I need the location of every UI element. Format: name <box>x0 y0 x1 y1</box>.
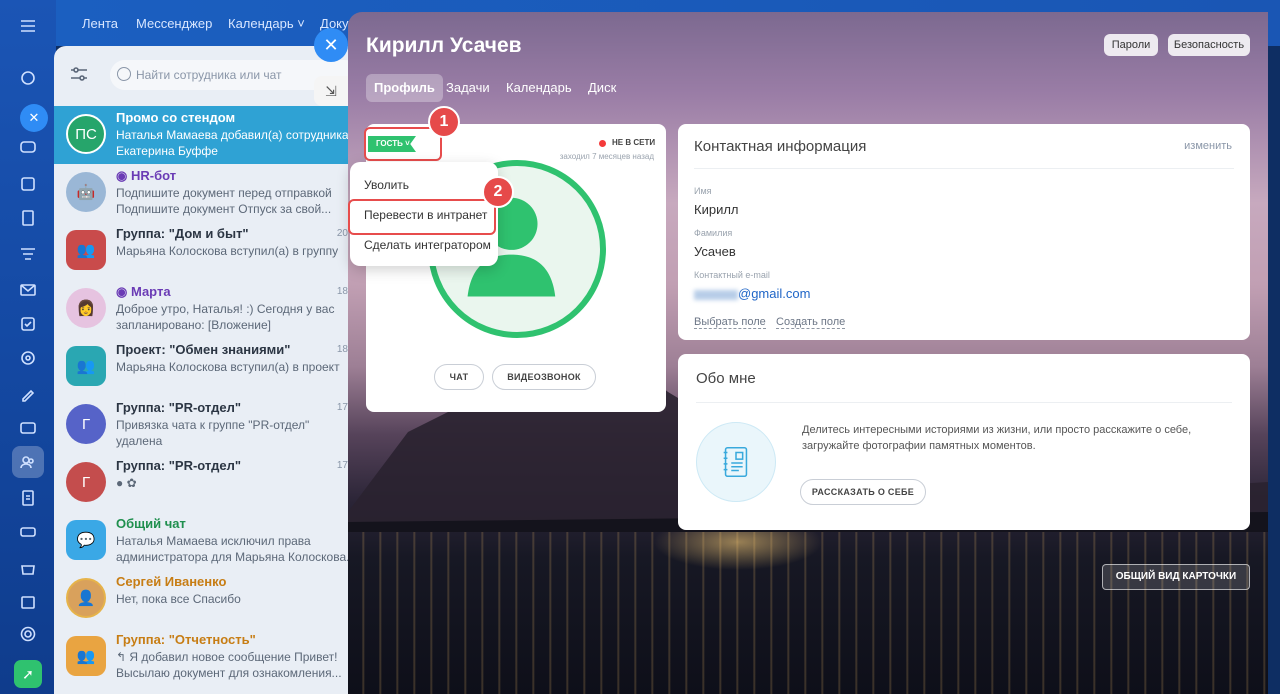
tasks-icon[interactable] <box>16 312 40 336</box>
tell-about-button[interactable]: РАССКАЗАТЬ О СЕБЕ <box>800 479 926 505</box>
highlight-intranet <box>348 199 496 235</box>
chat-list-panel: Найти сотрудника или чат ПС Промо со сте… <box>54 46 350 694</box>
employees-icon[interactable] <box>12 446 44 478</box>
avatar: ПС <box>66 114 106 154</box>
feed-icon[interactable] <box>16 66 40 90</box>
status-text: НЕ В СЕТИ <box>612 138 656 147</box>
menu-item-fire[interactable]: Уволить <box>364 178 409 192</box>
chat-row[interactable]: 👥 Группа: "Отчетность" ↰ Я добавил новое… <box>54 628 350 686</box>
email-label: Контактный e-mail <box>694 270 770 280</box>
page-title: Кирилл Усачев <box>366 34 522 57</box>
bot-avatar: 🤖 <box>66 172 106 212</box>
group-avatar: 👥 <box>66 230 106 270</box>
chat-row[interactable]: 🤖 ◉ HR-бот Подпишите документ перед отпр… <box>54 164 350 222</box>
chat-row[interactable]: 👩 ◉ Марта Доброе утро, Наталья! :) Сегод… <box>54 280 350 338</box>
edit-link[interactable]: изменить <box>1184 140 1232 152</box>
last-seen: заходил 7 месяцев назад <box>559 152 654 161</box>
chat-row[interactable]: 👤 Сергей Иваненко Нет, пока все Спасибо <box>54 570 350 628</box>
tab-profile[interactable]: Профиль <box>366 74 443 102</box>
chat-row[interactable]: 👥 Группа: "Дом и быт" Марьяна Колоскова … <box>54 222 350 280</box>
email-value[interactable]: @gmail.com <box>694 286 810 301</box>
menu-icon[interactable] <box>16 14 40 38</box>
project-avatar: 👥 <box>66 346 106 386</box>
calendar-icon[interactable] <box>16 172 40 196</box>
chat-row[interactable]: 👥 Проект: "Обмен знаниями" Марьяна Колос… <box>54 338 350 396</box>
schedule-icon[interactable] <box>16 590 40 614</box>
blurred-email <box>694 289 738 300</box>
mail-icon[interactable] <box>16 278 40 302</box>
divider <box>694 168 1234 169</box>
docs-icon[interactable] <box>16 206 40 230</box>
filter-icon[interactable] <box>16 242 40 266</box>
payments-icon[interactable] <box>16 520 40 544</box>
passwords-button[interactable]: Пароли <box>1104 34 1158 56</box>
divider <box>696 402 1232 403</box>
contact-heading: Контактная информация <box>694 138 867 155</box>
about-card: Обо мне Делитесь интересными историями и… <box>678 354 1250 530</box>
avatar: 👩 <box>66 288 106 328</box>
surname-value: Усачев <box>694 244 736 259</box>
nav-calendar[interactable]: Календарь ˅ <box>228 16 305 31</box>
offline-dot <box>599 140 606 147</box>
card-icon[interactable] <box>16 416 40 440</box>
tab-calendar[interactable]: Календарь <box>498 74 580 102</box>
close-messenger-icon[interactable]: ✕ <box>20 104 48 132</box>
tab-disk[interactable]: Диск <box>580 74 624 102</box>
notebook-icon <box>696 422 776 502</box>
avatar: Г <box>66 404 106 444</box>
group-avatar: 👥 <box>66 636 106 676</box>
chat-button[interactable]: ЧАТ <box>434 364 484 390</box>
create-field-link[interactable]: Создать поле <box>776 316 846 329</box>
tab-tasks[interactable]: Задачи <box>438 74 498 102</box>
shop-icon[interactable] <box>16 556 40 580</box>
step-badge-2: 2 <box>482 176 514 208</box>
avatar: 👤 <box>66 578 106 618</box>
surname-label: Фамилия <box>694 228 733 238</box>
about-text-2: загружайте фотографии памятных моментов. <box>802 440 1036 452</box>
emoji-icons: ● ✿ <box>116 476 137 490</box>
video-call-button[interactable]: ВИДЕОЗВОНОК <box>492 364 596 390</box>
name-value: Кирилл <box>694 202 739 217</box>
chat-row[interactable]: ПС Промо со стендом Наталья Мамаева доба… <box>54 106 350 164</box>
lake-reflection <box>348 532 1268 694</box>
choose-field-link[interactable]: Выбрать поле <box>694 316 766 329</box>
sign-icon[interactable] <box>16 382 40 406</box>
card-overview-button[interactable]: ОБЩИЙ ВИД КАРТОЧКИ <box>1102 564 1250 590</box>
minimize-icon[interactable]: ⇲ <box>314 76 348 106</box>
file-icon[interactable] <box>16 486 40 510</box>
general-chat-avatar: 💬 <box>66 520 106 560</box>
rocket-icon[interactable]: ➚ <box>14 660 42 688</box>
close-slider-button[interactable]: ✕ <box>314 28 348 62</box>
security-button[interactable]: Безопасность <box>1168 34 1250 56</box>
chat-icon[interactable] <box>16 136 40 160</box>
contact-card: Контактная информация изменить Имя Кирил… <box>678 124 1250 340</box>
avatar: Г <box>66 462 106 502</box>
nav-feed[interactable]: Лента <box>82 16 118 31</box>
chat-row[interactable]: Г Группа: "PR-отдел" Привязка чата к гру… <box>54 396 350 454</box>
chat-row[interactable]: 💬 Общий чат Наталья Мамаева исключил пра… <box>54 512 350 570</box>
name-label: Имя <box>694 186 712 196</box>
step-badge-1: 1 <box>428 106 460 138</box>
nav-messenger[interactable]: Мессенджер <box>136 16 212 31</box>
menu-item-make-integrator[interactable]: Сделать интегратором <box>364 238 491 252</box>
search-icon <box>117 67 131 81</box>
chat-row[interactable]: Г Группа: "PR-отдел" ● ✿ 17 <box>54 454 350 512</box>
settings-icon[interactable] <box>16 622 40 646</box>
about-heading: Обо мне <box>696 370 756 387</box>
filter-settings-icon[interactable] <box>70 66 88 82</box>
highlight-guest <box>364 127 442 161</box>
target-icon[interactable] <box>16 346 40 370</box>
about-text-1: Делитесь интересными историями из жизни,… <box>802 424 1192 436</box>
